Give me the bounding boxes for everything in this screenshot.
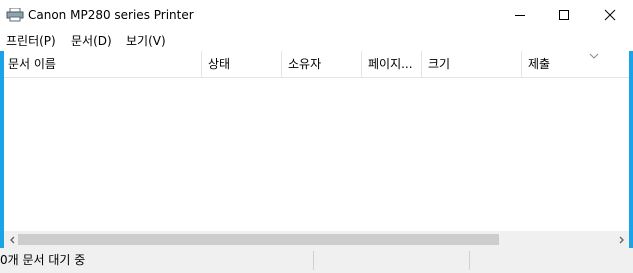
column-header-size[interactable]: 크기 (424, 51, 521, 77)
maximize-icon (559, 10, 569, 20)
printer-queue-window: Canon MP280 series Printer 프린터(P) 문서(D) … (0, 0, 633, 273)
sort-chevron-down-icon (588, 51, 600, 61)
list-frame: 문서 이름 상태 소유자 페이지... 크기 제출 0개 문서 대기 중 (0, 51, 633, 273)
menu-document[interactable]: 문서(D) (71, 34, 112, 48)
column-header-owner[interactable]: 소유자 (284, 51, 361, 77)
list-header: 문서 이름 상태 소유자 페이지... 크기 제출 (4, 51, 629, 78)
scrollbar-thumb[interactable] (18, 234, 499, 245)
menu-view[interactable]: 보기(V) (126, 34, 166, 48)
column-divider[interactable] (421, 51, 422, 77)
column-divider[interactable] (361, 51, 362, 77)
status-text: 0개 문서 대기 중 (0, 253, 86, 267)
menu-bar: 프린터(P) 문서(D) 보기(V) (0, 31, 633, 51)
document-list[interactable]: 문서 이름 상태 소유자 페이지... 크기 제출 (4, 51, 629, 248)
minimize-button[interactable] (497, 0, 543, 30)
minimize-icon (515, 15, 525, 16)
maximize-button[interactable] (541, 0, 587, 30)
scroll-right-button[interactable] (612, 231, 629, 248)
menu-printer[interactable]: 프린터(P) (6, 34, 56, 48)
window-title: Canon MP280 series Printer (28, 8, 194, 22)
close-button[interactable] (587, 0, 633, 30)
horizontal-scrollbar[interactable] (4, 231, 629, 248)
column-header-pages[interactable]: 페이지... (364, 51, 421, 77)
status-divider (469, 251, 470, 270)
status-divider (313, 251, 314, 270)
chevron-left-icon (9, 236, 14, 243)
column-divider[interactable] (521, 51, 522, 77)
close-icon (604, 9, 616, 21)
status-bar: 0개 문서 대기 중 (0, 248, 633, 273)
column-header-submitted[interactable]: 제출 (524, 51, 629, 77)
title-bar[interactable]: Canon MP280 series Printer (0, 0, 633, 30)
column-header-document-name[interactable]: 문서 이름 (4, 51, 201, 77)
column-divider[interactable] (281, 51, 282, 77)
printer-icon (6, 7, 24, 22)
chevron-right-icon (619, 236, 624, 243)
column-header-status[interactable]: 상태 (204, 51, 281, 77)
column-divider[interactable] (201, 51, 202, 77)
